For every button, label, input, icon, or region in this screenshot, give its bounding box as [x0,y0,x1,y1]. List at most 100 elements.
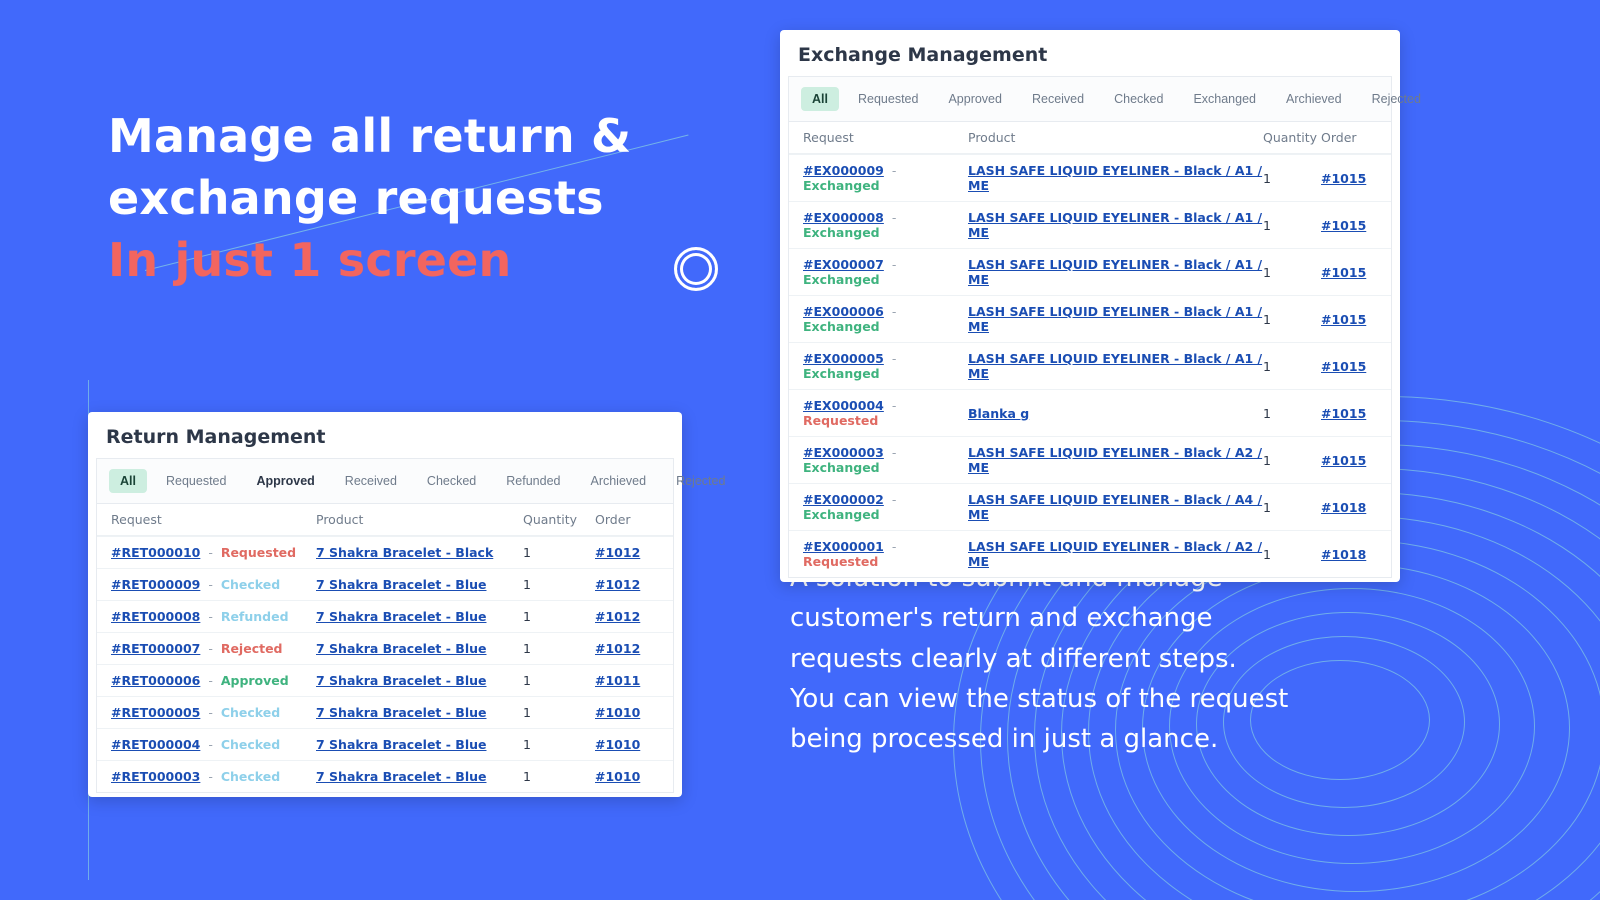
product-link[interactable]: LASH SAFE LIQUID EYELINER - Black / A1 /… [968,257,1263,287]
body-line: You can view the status of the request [790,679,1288,719]
order-link[interactable]: #1012 [595,577,659,592]
request-cell: #EX000004 - Requested [803,398,968,428]
product-link[interactable]: LASH SAFE LIQUID EYELINER - Black / A2 /… [968,445,1263,475]
request-id-link[interactable]: #RET000008 [111,609,200,624]
product-link[interactable]: LASH SAFE LIQUID EYELINER - Black / A2 /… [968,539,1263,569]
separator: - [884,445,900,460]
order-link[interactable]: #1015 [1321,218,1377,233]
product-link[interactable]: LASH SAFE LIQUID EYELINER - Black / A1 /… [968,163,1263,193]
tab-rejected[interactable]: Rejected [1361,87,1432,111]
product-link[interactable]: 7 Shakra Bracelet - Blue [316,705,523,720]
order-link[interactable]: #1015 [1321,359,1377,374]
product-link[interactable]: 7 Shakra Bracelet - Black [316,545,523,560]
product-link[interactable]: 7 Shakra Bracelet - Blue [316,577,523,592]
request-id-link[interactable]: #RET000009 [111,577,200,592]
request-id-link[interactable]: #RET000010 [111,545,200,560]
exchange-tabs: All Requested Approved Received Checked Excha… [788,76,1392,122]
product-link[interactable]: 7 Shakra Bracelet - Blue [316,673,523,688]
tab-archieved[interactable]: Archieved [1275,87,1353,111]
request-id-link[interactable]: #EX000008 [803,210,884,225]
col-request: Request [803,130,968,145]
table-row: #RET000004 - Checked 7 Shakra Bracelet - … [97,728,673,760]
request-id-link[interactable]: #EX000005 [803,351,884,366]
marketing-headline: Manage all return & exchange requests In… [108,105,631,291]
request-id-link[interactable]: #EX000004 [803,398,884,413]
tab-requested[interactable]: Requested [847,87,929,111]
request-id-link[interactable]: #RET000007 [111,641,200,656]
quantity-value: 1 [1263,547,1321,562]
order-link[interactable]: #1012 [595,641,659,656]
request-id-link[interactable]: #RET000006 [111,673,200,688]
order-link[interactable]: #1015 [1321,312,1377,327]
request-id-link[interactable]: #RET000005 [111,705,200,720]
tab-exchanged[interactable]: Exchanged [1182,87,1267,111]
order-link[interactable]: #1010 [595,705,659,720]
order-link[interactable]: #1010 [595,769,659,784]
tab-received[interactable]: Received [1021,87,1095,111]
col-order: Order [595,512,659,527]
product-link[interactable]: 7 Shakra Bracelet - Blue [316,641,523,656]
request-id-link[interactable]: #EX000007 [803,257,884,272]
separator: - [200,737,220,752]
tab-approved[interactable]: Approved [937,87,1013,111]
col-request: Request [111,512,316,527]
product-link[interactable]: 7 Shakra Bracelet - Blue [316,737,523,752]
order-link[interactable]: #1018 [1321,500,1377,515]
table-row: #EX000009 - ExchangedLASH SAFE LIQUID EY… [789,154,1391,201]
table-row: #RET000009 - Checked7 Shakra Bracelet - … [97,568,673,600]
separator: - [200,577,220,592]
status-badge: Exchanged [803,366,880,381]
product-link[interactable]: 7 Shakra Bracelet - Blue [316,609,523,624]
order-link[interactable]: #1015 [1321,171,1377,186]
order-link[interactable]: #1012 [595,545,659,560]
product-link[interactable]: LASH SAFE LIQUID EYELINER - Black / A1 /… [968,210,1263,240]
separator: - [884,398,900,413]
product-link[interactable]: LASH SAFE LIQUID EYELINER - Black / A4 /… [968,492,1263,522]
table-row: #EX000005 - ExchangedLASH SAFE LIQUID EY… [789,342,1391,389]
request-cell: #RET000005 - Checked [111,705,316,720]
request-id-link[interactable]: #RET000004 [111,737,200,752]
status-badge: Requested [803,554,878,569]
request-id-link[interactable]: #EX000006 [803,304,884,319]
order-link[interactable]: #1015 [1321,406,1377,421]
tab-approved[interactable]: Approved [245,469,325,493]
table-row: #EX000007 - ExchangedLASH SAFE LIQUID EY… [789,248,1391,295]
request-cell: #RET000006 - Approved [111,673,316,688]
order-link[interactable]: #1015 [1321,453,1377,468]
quantity-value: 1 [523,737,595,752]
tab-rejected[interactable]: Rejected [665,469,736,493]
request-id-link[interactable]: #EX000003 [803,445,884,460]
request-id-link[interactable]: #EX000009 [803,163,884,178]
status-badge: Checked [221,705,280,720]
tab-all[interactable]: All [109,469,147,493]
product-link[interactable]: 7 Shakra Bracelet - Blue [316,769,523,784]
status-badge: Rejected [221,641,283,656]
tab-received[interactable]: Received [334,469,408,493]
product-link[interactable]: LASH SAFE LIQUID EYELINER - Black / A1 /… [968,351,1263,381]
order-link[interactable]: #1015 [1321,265,1377,280]
product-link[interactable]: LASH SAFE LIQUID EYELINER - Black / A1 /… [968,304,1263,334]
separator: - [884,257,900,272]
tab-checked[interactable]: Checked [1103,87,1174,111]
order-link[interactable]: #1011 [595,673,659,688]
table-header: Request Product Quantity Order [97,504,673,536]
tab-archieved[interactable]: Archieved [579,469,657,493]
headline-line3: In just 1 screen [108,229,631,291]
order-link[interactable]: #1010 [595,737,659,752]
separator: - [884,539,900,554]
col-order: Order [1321,130,1377,145]
order-link[interactable]: #1018 [1321,547,1377,562]
request-id-link[interactable]: #EX000002 [803,492,884,507]
tab-checked[interactable]: Checked [416,469,487,493]
tab-requested[interactable]: Requested [155,469,237,493]
tab-all[interactable]: All [801,87,839,111]
product-link[interactable]: Blanka g [968,406,1263,421]
order-link[interactable]: #1012 [595,609,659,624]
table-row: #EX000006 - ExchangedLASH SAFE LIQUID EY… [789,295,1391,342]
request-id-link[interactable]: #RET000003 [111,769,200,784]
quantity-value: 1 [1263,406,1321,421]
request-id-link[interactable]: #EX000001 [803,539,884,554]
status-badge: Checked [221,737,280,752]
panel-title: Return Management [88,412,682,458]
tab-refunded[interactable]: Refunded [495,469,571,493]
